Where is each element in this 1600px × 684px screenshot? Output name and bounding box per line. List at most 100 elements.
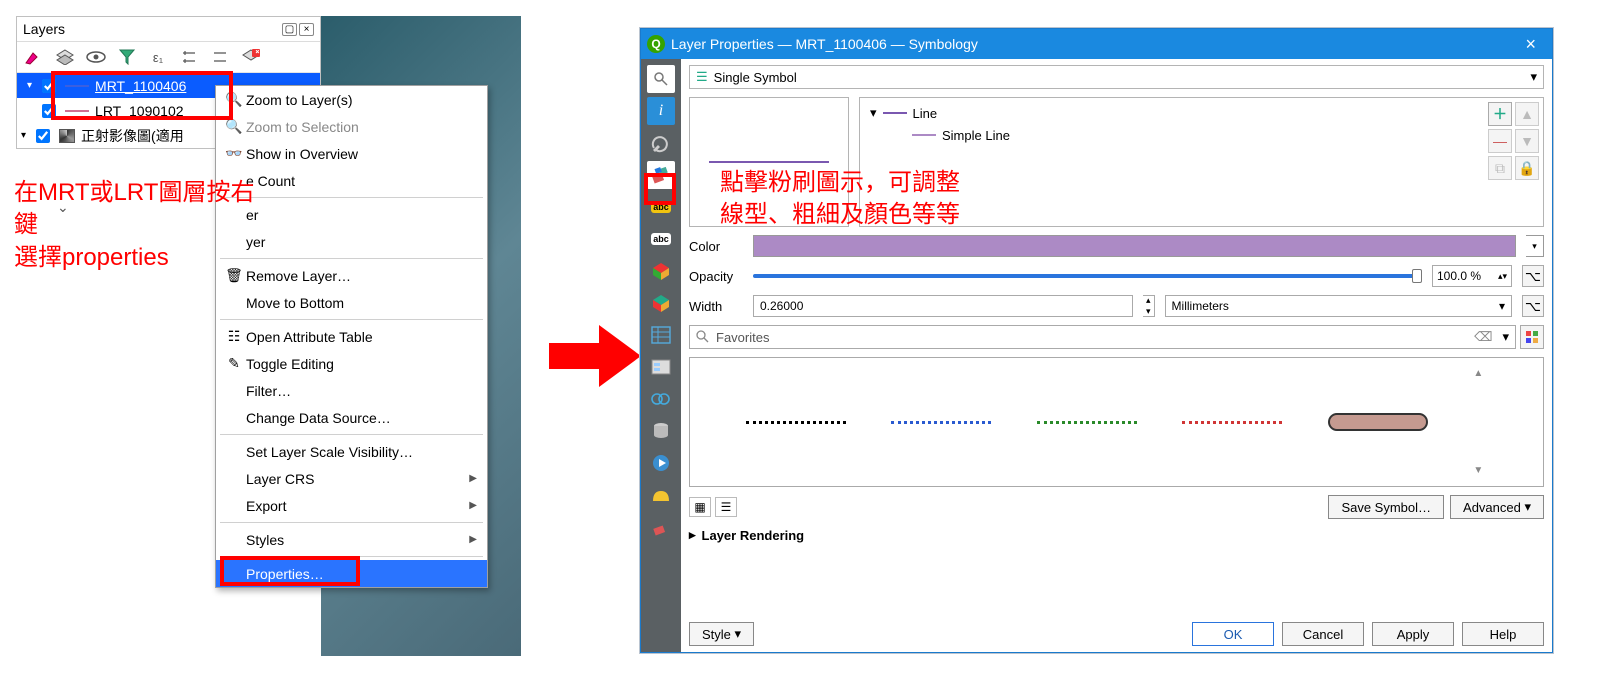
opacity-value[interactable]: 100.0 %▴▾ xyxy=(1432,265,1512,287)
apply-button[interactable]: Apply xyxy=(1372,622,1454,646)
help-button[interactable]: Help xyxy=(1462,622,1544,646)
ctx-move-bottom[interactable]: Move to Bottom xyxy=(216,289,487,316)
list-view-icon[interactable]: ☰ xyxy=(715,497,737,517)
clear-search-icon[interactable]: ⌫ xyxy=(1474,329,1492,345)
width-input[interactable] xyxy=(753,295,1133,317)
add-symbol-layer-button[interactable]: ＋ xyxy=(1488,102,1512,126)
layer-name: 正射影像圖(適用 xyxy=(81,126,184,146)
ctx-scale-visibility[interactable]: Set Layer Scale Visibility… xyxy=(216,438,487,465)
dialog-main: ☰ Single Symbol ▾ ▾Line Simple Line ＋▲ —… xyxy=(681,59,1552,652)
sidebar-rendering-icon[interactable] xyxy=(647,513,675,541)
ctx-toggle-editing[interactable]: ✎Toggle Editing xyxy=(216,350,487,377)
ctx-copy-layer[interactable]: er xyxy=(216,201,487,228)
remove-layer-icon[interactable] xyxy=(240,47,262,67)
style-swatch[interactable] xyxy=(1037,418,1137,426)
width-spinner[interactable]: ▴▾ xyxy=(1143,295,1155,317)
data-defined-opacity-button[interactable]: ⌥ xyxy=(1522,265,1544,287)
advanced-dropdown[interactable]: Advanced ▾ xyxy=(1450,495,1544,519)
style-swatch[interactable] xyxy=(891,418,991,426)
layers-panel-title: Layers xyxy=(23,21,65,37)
sidebar-fields-icon[interactable] xyxy=(647,321,675,349)
sidebar-diagrams-icon[interactable] xyxy=(647,289,675,317)
color-dropdown[interactable]: ▾ xyxy=(1526,235,1544,257)
layer-swatch xyxy=(65,85,89,87)
ctx-zoom-to-layer[interactable]: 🔍Zoom to Layer(s) xyxy=(216,86,487,113)
layer-visibility-checkbox[interactable] xyxy=(42,104,56,118)
table-icon: ☷ xyxy=(222,327,246,347)
sidebar-aux-icon[interactable] xyxy=(647,417,675,445)
style-manager-button[interactable] xyxy=(1520,325,1544,349)
layer-rendering-expander[interactable]: ▸Layer Rendering xyxy=(689,527,1544,543)
ctx-rename-layer[interactable]: yer xyxy=(216,228,487,255)
layer-properties-dialog: Q Layer Properties — MRT_1100406 — Symbo… xyxy=(640,28,1553,653)
layers-icon[interactable] xyxy=(54,47,76,67)
width-unit-dropdown[interactable]: Millimeters▾ xyxy=(1165,295,1512,317)
ctx-remove-layer[interactable]: 🗑Remove Layer… xyxy=(216,262,487,289)
sidebar-info-icon[interactable]: i xyxy=(647,97,675,125)
scroll-down[interactable]: ▼ xyxy=(1473,465,1487,476)
grid-view-icon[interactable]: ▦ xyxy=(689,497,711,517)
save-symbol-button[interactable]: Save Symbol… xyxy=(1328,495,1444,519)
sidebar-display-icon[interactable] xyxy=(647,481,675,509)
dialog-titlebar[interactable]: Q Layer Properties — MRT_1100406 — Symbo… xyxy=(641,29,1552,59)
ctx-zoom-to-selection: 🔍Zoom to Selection xyxy=(216,113,487,140)
eye-icon[interactable] xyxy=(85,47,107,67)
ctx-filter[interactable]: Filter… xyxy=(216,377,487,404)
style-swatch[interactable] xyxy=(1182,418,1282,426)
sidebar-joins-icon[interactable] xyxy=(647,385,675,413)
width-label: Width xyxy=(689,299,743,314)
symbol-icon: ☰ xyxy=(696,69,708,85)
ctx-open-attr-table[interactable]: ☷Open Attribute Table xyxy=(216,323,487,350)
data-defined-width-button[interactable]: ⌥ xyxy=(1522,295,1544,317)
duplicate-layer-button: ⧉ xyxy=(1488,156,1512,180)
style-swatch[interactable] xyxy=(1328,418,1428,426)
ok-button[interactable]: OK xyxy=(1192,622,1274,646)
ctx-show-overview[interactable]: 👓Show in Overview xyxy=(216,140,487,167)
sidebar-form-icon[interactable] xyxy=(647,353,675,381)
style-icon[interactable] xyxy=(23,47,45,67)
dialog-close-button[interactable]: × xyxy=(1515,34,1546,55)
panel-undock-button[interactable]: ▢ xyxy=(282,23,297,36)
panel-close-button[interactable]: × xyxy=(299,23,314,36)
ctx-properties[interactable]: Properties… xyxy=(216,560,487,587)
zoom-icon: 🔍 xyxy=(222,117,246,137)
dialog-sidebar: i abc abc xyxy=(641,59,681,652)
sidebar-masks-icon[interactable]: abc xyxy=(647,225,675,253)
line-preview xyxy=(709,161,829,163)
annotation-highlight-brush xyxy=(644,173,676,205)
ctx-change-data-source[interactable]: Change Data Source… xyxy=(216,404,487,431)
dialog-title: Layer Properties — MRT_1100406 — Symbolo… xyxy=(671,36,978,52)
favorite-styles-grid: ▲ ▼ xyxy=(689,357,1544,487)
sidebar-3d-icon[interactable] xyxy=(647,257,675,285)
layer-visibility-checkbox[interactable] xyxy=(42,79,56,93)
favorites-search[interactable]: Favorites ⌫ ▾ xyxy=(689,325,1516,349)
zoom-icon: 🔍 xyxy=(222,90,246,110)
sidebar-source-icon[interactable] xyxy=(647,129,675,157)
cancel-button[interactable]: Cancel xyxy=(1282,622,1364,646)
scroll-up[interactable]: ▲ xyxy=(1473,368,1487,379)
style-menu-button[interactable]: Style ▾ xyxy=(689,622,754,646)
opacity-slider[interactable] xyxy=(753,274,1422,278)
ctx-export[interactable]: Export▶ xyxy=(216,492,487,519)
layer-name[interactable]: MRT_1100406 xyxy=(95,78,186,94)
sidebar-actions-icon[interactable] xyxy=(647,449,675,477)
symbol-layer-tree[interactable]: ▾Line Simple Line ＋▲ —▼ ⧉🔒 xyxy=(859,97,1544,227)
symbol-mode-dropdown[interactable]: ☰ Single Symbol ▾ xyxy=(689,65,1544,89)
style-swatch[interactable] xyxy=(746,418,846,426)
arrow-icon xyxy=(549,323,643,389)
expression-icon[interactable]: ε₁ xyxy=(147,47,169,67)
remove-symbol-layer-button: — xyxy=(1488,129,1512,153)
overview-icon: 👓 xyxy=(222,144,246,164)
ctx-feature-count[interactable]: e Count xyxy=(216,167,487,194)
layer-name: LRT_1090102 xyxy=(95,103,183,119)
ctx-styles[interactable]: Styles▶ xyxy=(216,526,487,553)
ctx-layer-crs[interactable]: Layer CRS▶ xyxy=(216,465,487,492)
opacity-label: Opacity xyxy=(689,269,743,284)
filter-icon[interactable] xyxy=(116,47,138,67)
sidebar-search-icon[interactable] xyxy=(647,65,675,93)
expand-icon[interactable] xyxy=(178,47,200,67)
color-picker[interactable] xyxy=(753,235,1516,257)
layer-swatch xyxy=(65,110,89,112)
collapse-icon[interactable] xyxy=(209,47,231,67)
layer-visibility-checkbox[interactable] xyxy=(36,129,50,143)
